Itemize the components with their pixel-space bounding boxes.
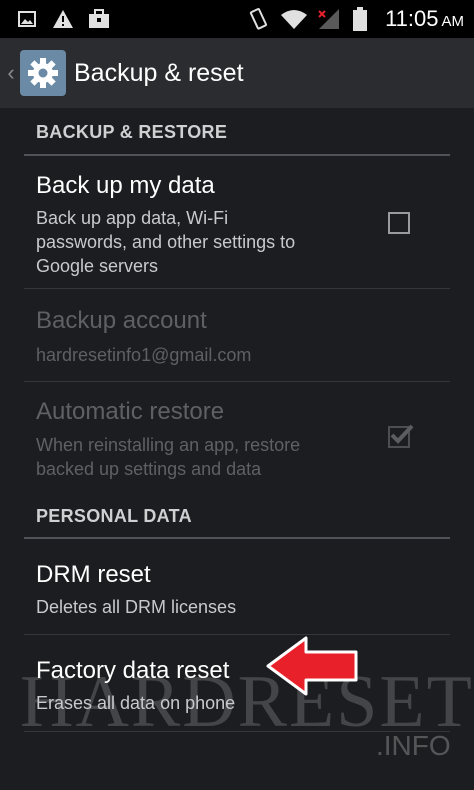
- checkmark-icon: [390, 424, 414, 444]
- battery-icon: [350, 0, 370, 38]
- section-header-personal: PERSONAL DATA: [36, 506, 192, 526]
- drm-reset-item[interactable]: DRM reset Deletes all DRM licenses: [0, 540, 474, 634]
- item-title: Back up my data: [36, 172, 215, 199]
- warning-icon: [50, 0, 76, 38]
- vibrate-icon: [244, 0, 272, 38]
- pointer-arrow-icon: [266, 636, 358, 696]
- item-summary: When reinstalling an app, restore backed…: [36, 435, 301, 479]
- item-summary: Back up app data, Wi-Fi passwords, and o…: [36, 208, 296, 276]
- image-icon: [14, 0, 40, 38]
- signal-icon: [314, 0, 344, 38]
- automatic-restore-item: Automatic restore When reinstalling an a…: [0, 382, 474, 490]
- gear-icon[interactable]: [20, 50, 66, 96]
- section-header-backup: BACKUP & RESTORE: [36, 122, 228, 142]
- item-summary: hardresetinfo1@gmail.com: [36, 345, 252, 365]
- clock: 11:05 AM: [385, 0, 464, 38]
- watermark-sub: .INFO: [376, 730, 451, 761]
- item-title: Automatic restore: [36, 398, 225, 425]
- factory-data-reset-item[interactable]: Factory data reset Erases all data on ph…: [0, 635, 474, 731]
- backup-my-data-item[interactable]: Back up my data Back up app data, Wi-Fi …: [0, 158, 474, 288]
- backup-checkbox[interactable]: [388, 212, 410, 234]
- section-divider: [24, 154, 450, 156]
- divider: [24, 731, 450, 732]
- item-title: Factory data reset: [36, 657, 230, 684]
- item-title: DRM reset: [36, 561, 151, 588]
- status-bar: 11:05 AM: [0, 0, 474, 38]
- briefcase-icon: [86, 0, 112, 38]
- page-title: Backup & reset: [74, 58, 244, 87]
- section-divider: [24, 537, 450, 539]
- wifi-icon: [278, 0, 310, 38]
- automatic-restore-checkbox: [388, 424, 414, 448]
- clock-time: 11:05: [385, 6, 439, 31]
- action-bar: ‹ Backup & reset: [0, 38, 474, 108]
- item-title: Backup account: [36, 307, 207, 334]
- clock-ampm: AM: [441, 12, 465, 30]
- back-chevron-icon[interactable]: ‹: [2, 38, 20, 108]
- backup-account-item: Backup account hardresetinfo1@gmail.com: [0, 289, 474, 381]
- item-summary: Deletes all DRM licenses: [36, 597, 237, 617]
